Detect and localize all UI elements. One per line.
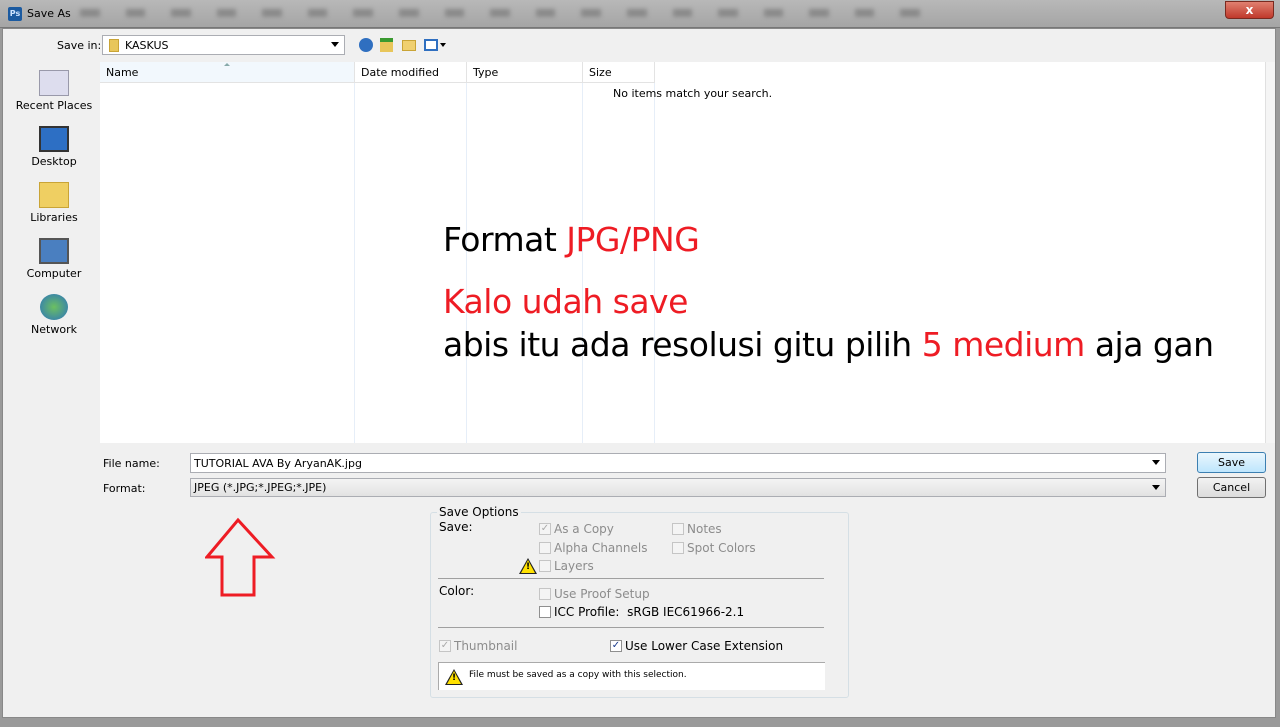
red-arrow-annotation (205, 517, 276, 597)
window-title: Save As (27, 7, 71, 20)
format-label: Format: (103, 482, 146, 495)
icc-profile-label: ICC Profile: sRGB IEC61966-2.1 (554, 605, 745, 619)
spot-colors-label: Spot Colors (687, 541, 756, 555)
lower-case-extension-label: Use Lower Case Extension (625, 639, 784, 653)
format-dropdown[interactable]: JPEG (*.JPG;*.JPEG;*.JPE) (190, 478, 1166, 497)
use-proof-setup-checkbox[interactable] (539, 588, 551, 600)
scrollbar[interactable] (1265, 62, 1275, 443)
place-desktop[interactable]: Desktop (8, 126, 100, 168)
warning-icon (519, 558, 537, 574)
warning-icon (445, 669, 463, 685)
place-libraries[interactable]: Libraries (8, 182, 100, 224)
libraries-icon (39, 182, 69, 208)
place-network[interactable]: Network (8, 294, 100, 336)
layers-label: Layers (554, 559, 594, 573)
color-label: Color: (439, 584, 475, 598)
annotation-line-1: Format JPG/PNG (443, 220, 700, 259)
column-date-modified[interactable]: Date modified (355, 62, 467, 83)
save-in-dropdown[interactable]: KASKUS (102, 35, 345, 55)
use-proof-setup-label: Use Proof Setup (554, 587, 650, 601)
chevron-down-icon[interactable] (440, 43, 446, 47)
alpha-channels-checkbox[interactable] (539, 542, 551, 554)
annotation-line-2: Kalo udah save (443, 282, 688, 321)
view-menu-icon[interactable] (424, 39, 438, 51)
new-folder-icon[interactable] (402, 40, 416, 51)
column-type[interactable]: Type (467, 62, 583, 83)
alpha-channels-label: Alpha Channels (554, 541, 648, 555)
as-a-copy-label: As a Copy (554, 522, 614, 536)
column-size[interactable]: Size (583, 62, 655, 83)
save-in-label: Save in: (57, 39, 102, 52)
save-label: Save: (439, 520, 473, 534)
warning-message: File must be saved as a copy with this s… (469, 670, 687, 680)
empty-message: No items match your search. (613, 87, 773, 100)
blurred-menu-bar (80, 9, 920, 19)
title-bar: Ps Save As x (0, 0, 1280, 28)
file-name-label: File name: (103, 457, 160, 470)
spot-colors-checkbox[interactable] (672, 542, 684, 554)
thumbnail-checkbox[interactable]: ✓ (439, 640, 451, 652)
save-button[interactable]: Save (1197, 452, 1266, 473)
as-a-copy-checkbox[interactable]: ✓ (539, 523, 551, 535)
sort-ascending-icon (224, 63, 230, 66)
layers-checkbox[interactable] (539, 560, 551, 572)
network-icon (40, 294, 68, 320)
cancel-button[interactable]: Cancel (1197, 477, 1266, 498)
save-options-title: Save Options (437, 505, 521, 519)
notes-checkbox[interactable] (672, 523, 684, 535)
close-button[interactable]: x (1225, 1, 1274, 19)
computer-icon (39, 238, 69, 264)
back-icon[interactable] (359, 38, 373, 52)
place-computer[interactable]: Computer (8, 238, 100, 280)
thumbnail-label: Thumbnail (454, 639, 518, 653)
file-name-input[interactable]: TUTORIAL AVA By AryanAK.jpg (190, 453, 1166, 473)
recent-places-icon (39, 70, 69, 96)
up-folder-icon[interactable] (380, 38, 393, 52)
icc-profile-checkbox[interactable] (539, 606, 551, 618)
annotation-line-3: abis itu ada resolusi gitu pilih 5 mediu… (443, 325, 1214, 364)
notes-label: Notes (687, 522, 722, 536)
folder-icon (109, 39, 119, 52)
lower-case-extension-checkbox[interactable]: ✓ (610, 640, 622, 652)
photoshop-icon: Ps (8, 7, 22, 21)
place-recent-places[interactable]: Recent Places (8, 70, 100, 112)
warning-box: File must be saved as a copy with this s… (438, 662, 825, 690)
desktop-icon (39, 126, 69, 152)
